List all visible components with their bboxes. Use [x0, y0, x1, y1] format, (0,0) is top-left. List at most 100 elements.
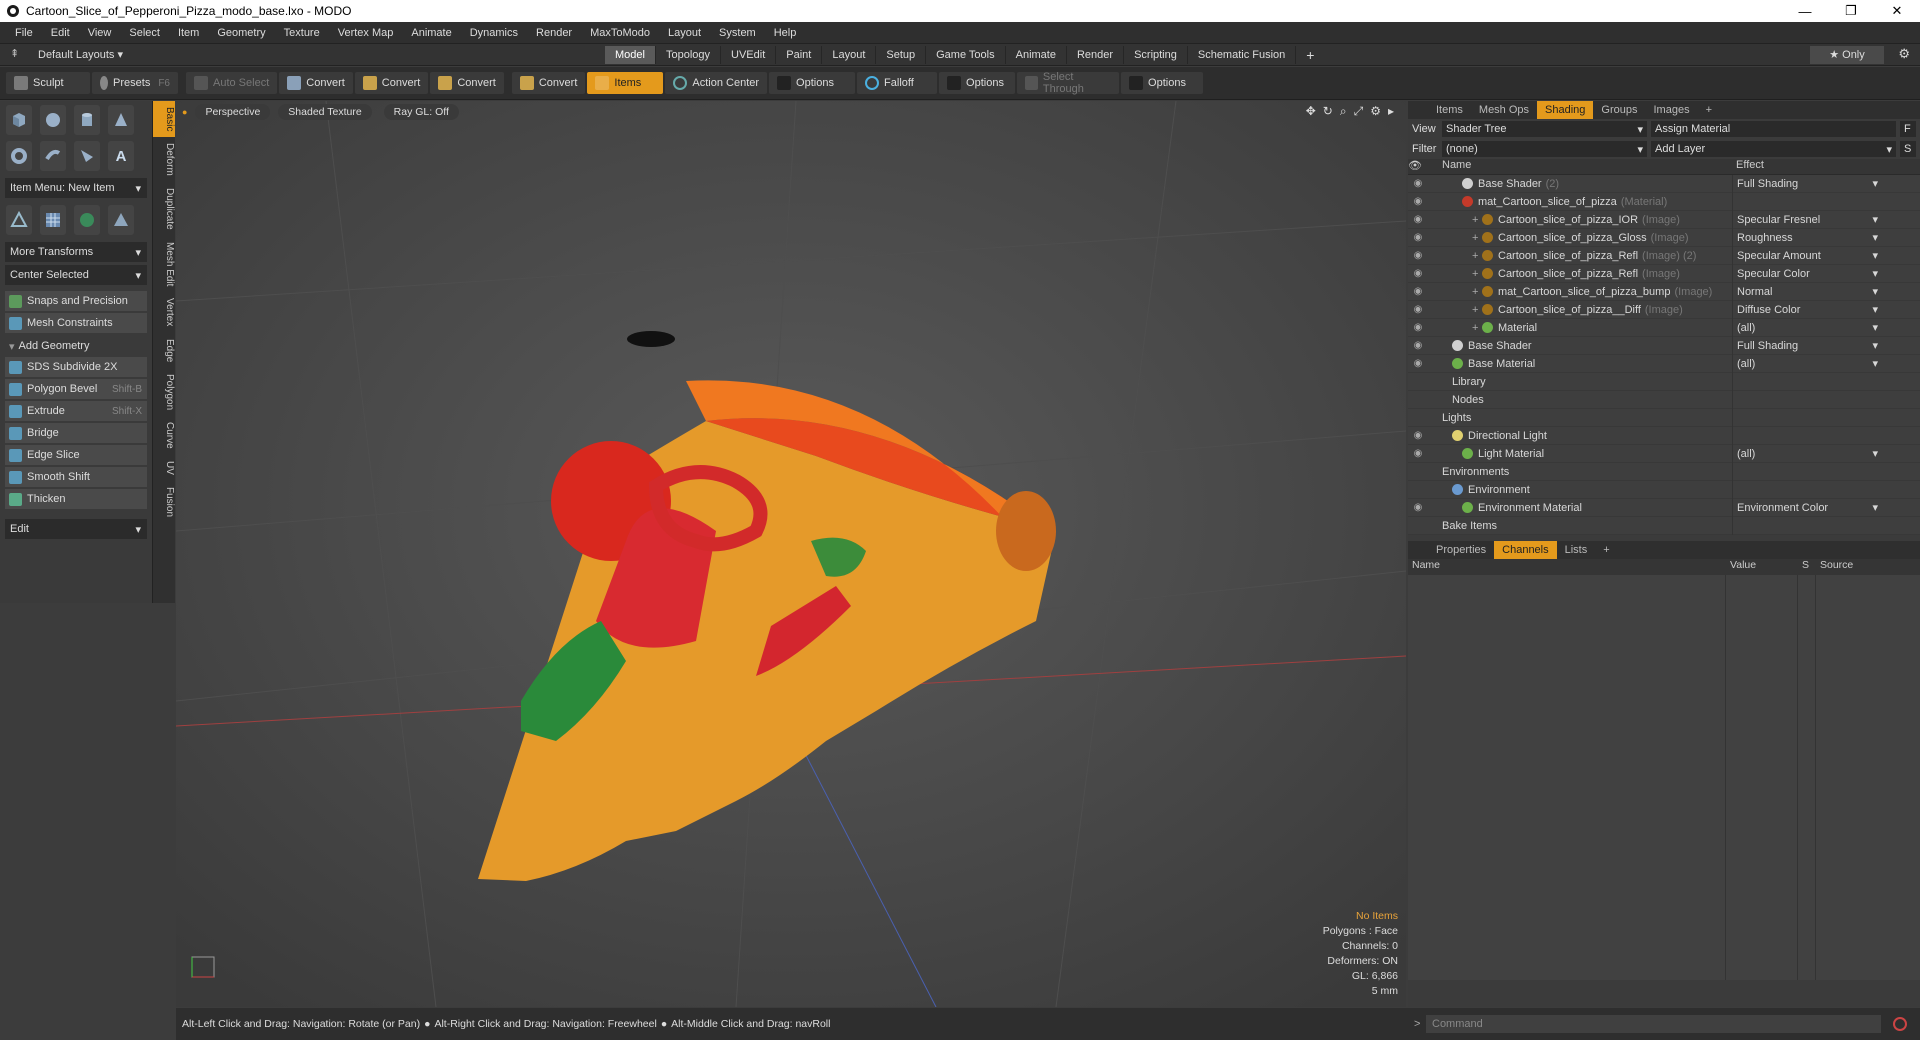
tool-sds-subdivide[interactable]: SDS Subdivide 2X	[5, 357, 147, 377]
maximize-button[interactable]: ❐	[1828, 0, 1874, 22]
tab-shading[interactable]: Shading	[1537, 101, 1594, 119]
vtab-mesh-edit[interactable]: Mesh Edit	[153, 236, 175, 292]
vtab-deform[interactable]: Deform	[153, 137, 175, 182]
layout-arrow-icon[interactable]: ⇞	[10, 47, 19, 60]
item-menu-dropdown[interactable]: Item Menu: New Item ▾	[5, 178, 147, 198]
edit-dropdown[interactable]: Edit ▾	[5, 519, 147, 539]
falloff-button[interactable]: Falloff	[857, 72, 938, 94]
view-dropdown[interactable]: Shader Tree ▾	[1442, 121, 1647, 137]
menu-maxtomodo[interactable]: MaxToModo	[581, 27, 659, 39]
effect-cell[interactable]: Roughness ▾	[1732, 228, 1882, 247]
effect-cell[interactable]: Full Shading ▾	[1732, 336, 1882, 355]
tab-animate[interactable]: Animate	[1006, 46, 1067, 64]
cone-icon[interactable]	[108, 105, 134, 135]
effect-cell[interactable]: Full Shading ▾	[1732, 174, 1882, 193]
sculpt-button[interactable]: Sculpt	[6, 72, 90, 94]
record-icon[interactable]	[1893, 1017, 1907, 1031]
visibility-eye-icon[interactable]: ◉	[1408, 286, 1428, 297]
add-properties-tab-button[interactable]: +	[1595, 541, 1617, 559]
rotate-view-icon[interactable]: ↻	[1323, 104, 1333, 119]
visibility-eye-icon[interactable]: ◉	[1408, 232, 1428, 243]
close-button[interactable]: ✕	[1874, 0, 1920, 22]
visibility-eye-icon[interactable]: ◉	[1408, 304, 1428, 315]
cube-icon[interactable]	[6, 105, 32, 135]
gear-icon[interactable]: ⚙	[1898, 46, 1910, 62]
sphere-icon[interactable]	[40, 105, 66, 135]
convert-vertices-button[interactable]: Convert	[279, 72, 353, 94]
vtab-fusion[interactable]: Fusion	[153, 481, 175, 523]
tab-render[interactable]: Render	[1067, 46, 1125, 64]
capsule-icon[interactable]	[40, 141, 66, 171]
visibility-eye-icon[interactable]: ◉	[1408, 268, 1428, 279]
expand-plus-icon[interactable]: +	[1472, 232, 1482, 244]
tab-setup[interactable]: Setup	[876, 46, 927, 64]
menu-view[interactable]: View	[79, 27, 121, 39]
expand-plus-icon[interactable]: +	[1472, 322, 1482, 334]
torus-icon[interactable]	[6, 141, 32, 171]
visibility-eye-icon[interactable]: ◉	[1408, 178, 1428, 189]
tab-layout[interactable]: Layout	[822, 46, 877, 64]
action-center-options-button[interactable]: Options	[769, 72, 856, 94]
tool-bridge[interactable]: Bridge	[5, 423, 147, 443]
viewport-settings-icon[interactable]: ⚙	[1370, 104, 1381, 119]
shader-tree-row[interactable]: ◉ Base Shader Full Shading ▾	[1408, 336, 1920, 355]
3d-viewport[interactable]: ● Perspective Shaded Texture Ray GL: Off…	[176, 101, 1406, 1007]
f-button[interactable]: F	[1900, 121, 1916, 137]
menu-file[interactable]: File	[6, 27, 42, 39]
select-through-button[interactable]: Select Through	[1017, 71, 1120, 95]
menu-edit[interactable]: Edit	[42, 27, 79, 39]
expand-plus-icon[interactable]: +	[1472, 304, 1482, 316]
tab-paint[interactable]: Paint	[776, 46, 823, 64]
viewport-expand-icon[interactable]: ▸	[1388, 104, 1394, 119]
tab-properties[interactable]: Properties	[1428, 541, 1494, 559]
add-geometry-header[interactable]: ▾ Add Geometry	[5, 337, 147, 355]
visibility-eye-icon[interactable]: ◉	[1408, 196, 1428, 207]
effect-cell[interactable]: Specular Fresnel ▾	[1732, 210, 1882, 229]
vtab-uv[interactable]: UV	[153, 455, 175, 481]
vtab-vertex[interactable]: Vertex	[153, 292, 175, 332]
shader-tree-row[interactable]: ◉ + mat_Cartoon_slice_of_pizza_bump (Image)…	[1408, 282, 1920, 301]
mesh-constraints-button[interactable]: Mesh Constraints	[5, 313, 147, 333]
visibility-eye-icon[interactable]: ◉	[1408, 250, 1428, 261]
shader-tree-row[interactable]: ◉ + Cartoon_slice_of_pizza_Gloss (Image) Rou…	[1408, 228, 1920, 247]
tool-polygon-bevel[interactable]: Polygon Bevel Shift-B	[5, 379, 147, 399]
pyramid-icon[interactable]	[108, 205, 134, 235]
visibility-eye-icon[interactable]: ◉	[1408, 502, 1428, 513]
shading-mode-button[interactable]: Shaded Texture	[278, 104, 372, 120]
shader-tree-row[interactable]: ◉ Light Material (all) ▾	[1408, 444, 1920, 463]
shader-tree-row[interactable]: ◉ + Cartoon_slice_of_pizza_Refl (Image) Spec…	[1408, 264, 1920, 283]
convert-materials-button[interactable]: Convert	[511, 72, 586, 94]
tool-thicken[interactable]: Thicken	[5, 489, 147, 509]
tab-channels[interactable]: Channels	[1494, 541, 1557, 559]
add-layer-dropdown[interactable]: Add Layer ▾	[1651, 141, 1896, 157]
effect-cell[interactable]: (all) ▾	[1732, 444, 1882, 463]
assign-material-button[interactable]: Assign Material	[1651, 121, 1896, 137]
channels-source-col[interactable]: Source	[1816, 559, 1896, 575]
menu-animate[interactable]: Animate	[402, 27, 460, 39]
globe-icon[interactable]	[74, 205, 100, 235]
effect-cell[interactable]: Diffuse Color ▾	[1732, 300, 1882, 319]
tab-schematic-fusion[interactable]: Schematic Fusion	[1188, 46, 1297, 64]
effect-cell[interactable]: Specular Amount ▾	[1732, 246, 1882, 265]
effect-cell[interactable]: (all) ▾	[1732, 318, 1882, 337]
channels-s-col[interactable]: S	[1798, 559, 1816, 575]
transform-icon[interactable]	[6, 205, 32, 235]
snaps-precision-button[interactable]: Snaps and Precision	[5, 291, 147, 311]
visibility-eye-icon[interactable]: ◉	[1408, 340, 1428, 351]
ray-gl-button[interactable]: Ray GL: Off	[383, 104, 459, 120]
menu-render[interactable]: Render	[527, 27, 581, 39]
fit-view-icon[interactable]: ⤢	[1354, 104, 1364, 119]
command-input[interactable]: Command	[1426, 1015, 1881, 1033]
expand-plus-icon[interactable]: +	[1472, 268, 1482, 280]
vtab-polygon[interactable]: Polygon	[153, 368, 175, 416]
shader-tree-row[interactable]: ◉ Base Shader (2) Full Shading ▾	[1408, 174, 1920, 193]
center-selected-dropdown[interactable]: Center Selected ▾	[5, 265, 147, 285]
menu-layout[interactable]: Layout	[659, 27, 710, 39]
shader-tree-row[interactable]: ◉ Environment Material Environment Color ▾	[1408, 498, 1920, 517]
menu-item[interactable]: Item	[169, 27, 208, 39]
menu-dynamics[interactable]: Dynamics	[461, 27, 527, 39]
vtab-basic[interactable]: Basic	[153, 101, 175, 138]
shader-tree-row[interactable]: Nodes	[1408, 390, 1920, 409]
channels-value-col[interactable]: Value	[1726, 559, 1798, 575]
visibility-eye-icon[interactable]: ◉	[1408, 358, 1428, 369]
